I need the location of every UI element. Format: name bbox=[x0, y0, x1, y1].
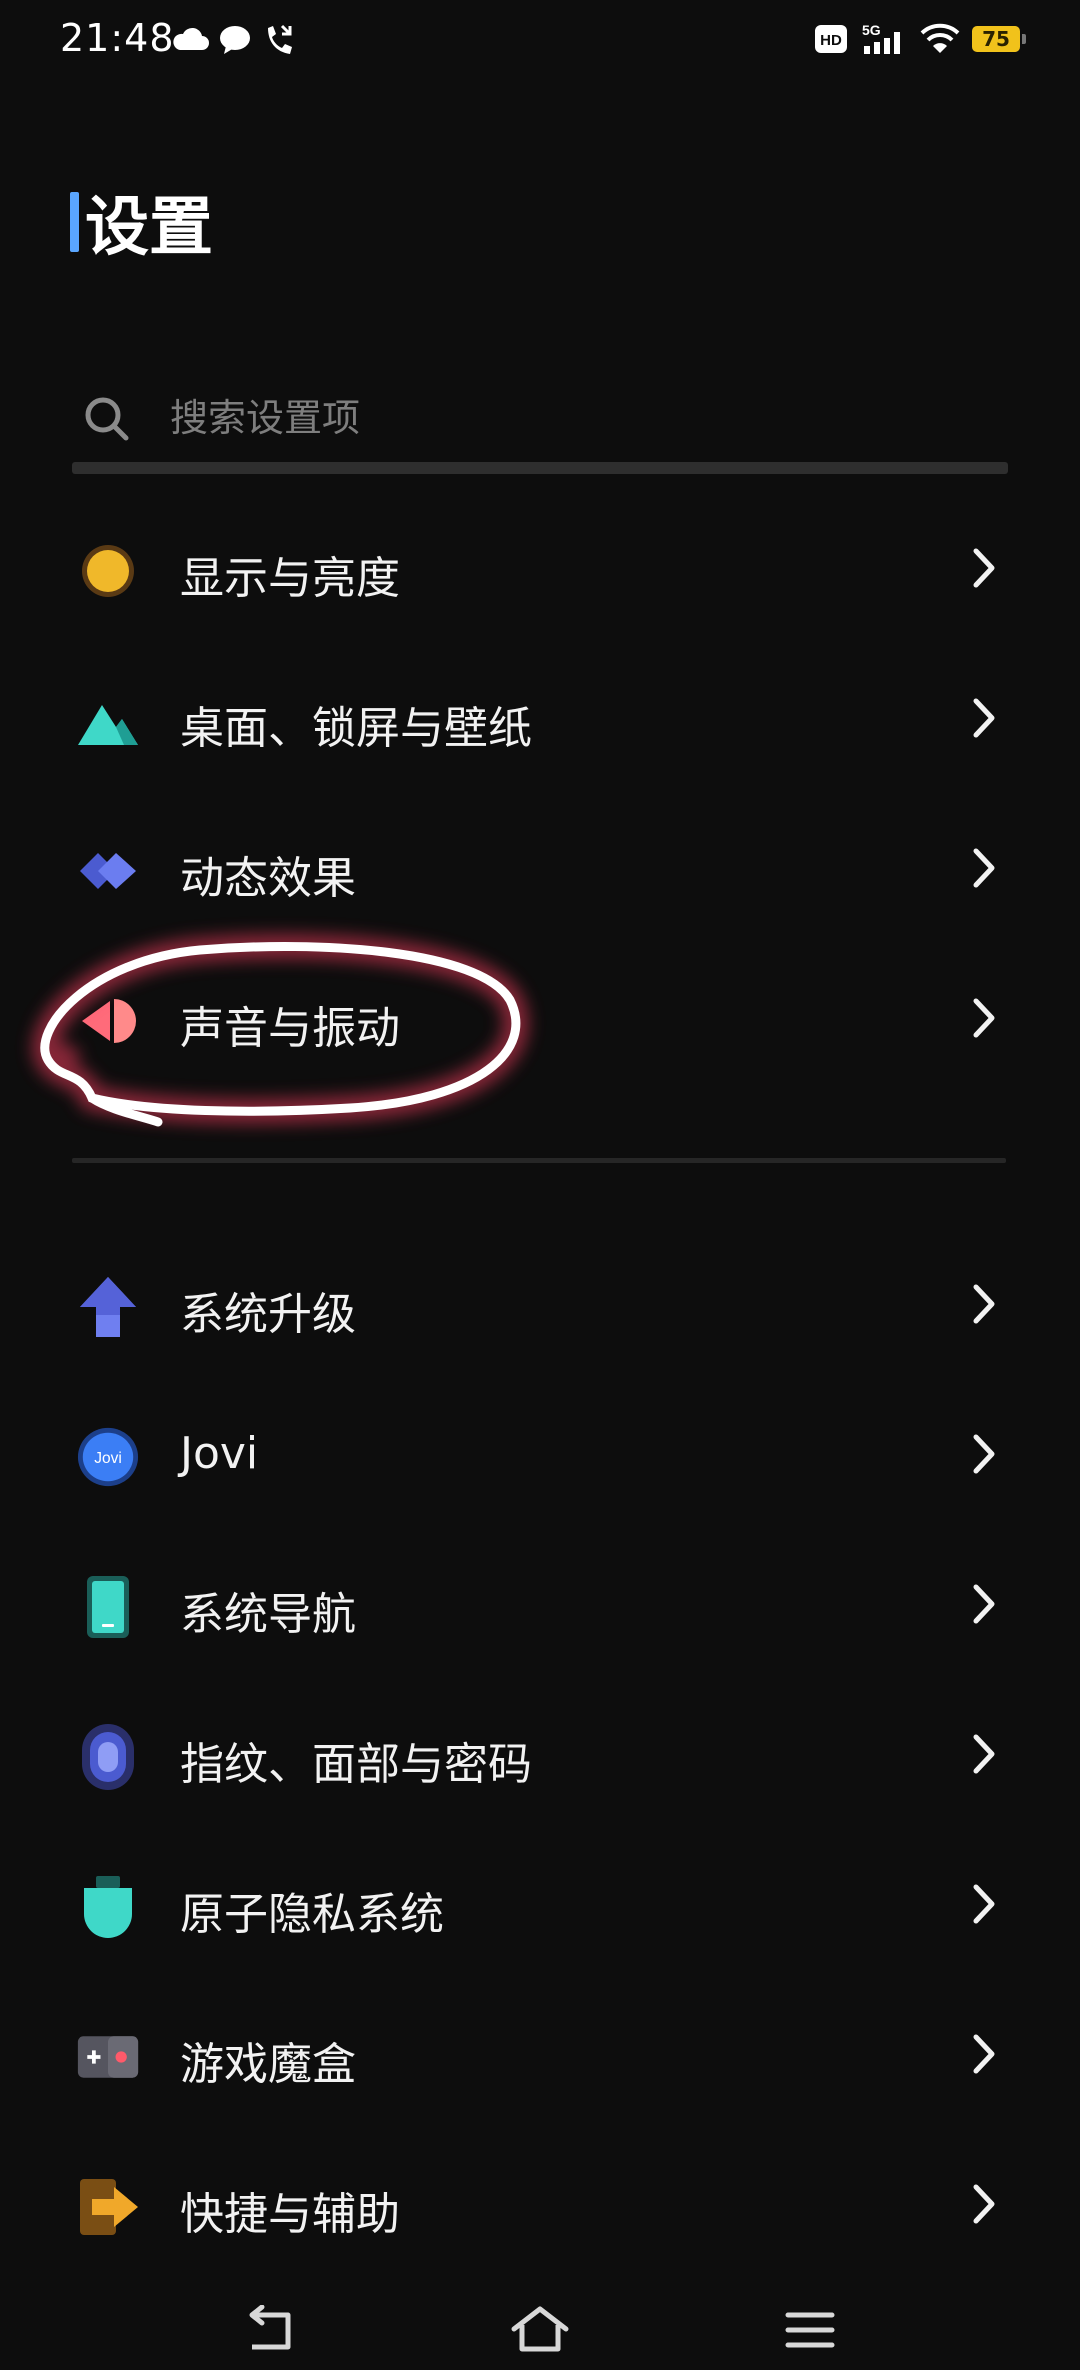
chat-bubble-icon bbox=[220, 26, 250, 54]
menu-icon[interactable] bbox=[770, 2300, 850, 2360]
mountain-icon bbox=[76, 689, 140, 753]
hd-icon: HD bbox=[815, 25, 847, 53]
up-arrow-icon bbox=[76, 1275, 140, 1339]
jovi-icon: Jovi bbox=[76, 1425, 140, 1489]
chevron-right-icon bbox=[960, 694, 1008, 742]
hd-label: HD bbox=[820, 32, 842, 49]
chevron-right-icon bbox=[960, 2180, 1008, 2228]
speaker-icon bbox=[76, 989, 140, 1053]
settings-item-label: 原子隐私系统 bbox=[180, 1889, 444, 1940]
settings-item-label: 快捷与辅助 bbox=[180, 2189, 400, 2240]
diamond-icon bbox=[76, 839, 140, 903]
chevron-right-icon bbox=[960, 1280, 1008, 1328]
wifi-icon bbox=[920, 23, 960, 53]
settings-item-shortcuts[interactable]: 快捷与辅助 bbox=[72, 2150, 1008, 2260]
settings-item-animation[interactable]: 动态效果 bbox=[72, 814, 1008, 924]
navigation-bar bbox=[0, 2290, 1080, 2370]
settings-item-label: 显示与亮度 bbox=[180, 553, 400, 604]
settings-item-display[interactable]: 显示与亮度 bbox=[72, 514, 1008, 624]
sun-icon bbox=[76, 539, 140, 603]
chevron-right-icon bbox=[960, 1580, 1008, 1628]
chevron-right-icon bbox=[960, 1880, 1008, 1928]
settings-item-label: 系统升级 bbox=[180, 1289, 356, 1340]
home-icon[interactable] bbox=[500, 2300, 580, 2360]
search-bar[interactable] bbox=[72, 370, 1008, 480]
chevron-right-icon bbox=[960, 2030, 1008, 2078]
settings-item-label: 指纹、面部与密码 bbox=[180, 1739, 532, 1790]
5g-signal-icon: 5G bbox=[862, 22, 900, 54]
search-icon bbox=[85, 397, 129, 441]
settings-item-label: 声音与振动 bbox=[180, 1003, 400, 1054]
settings-item-label: 系统导航 bbox=[180, 1589, 356, 1640]
settings-item-label: 动态效果 bbox=[180, 853, 356, 904]
settings-item-label: Jovi bbox=[180, 1428, 259, 1479]
chevron-right-icon bbox=[960, 994, 1008, 1042]
game-box-icon bbox=[76, 2025, 140, 2089]
settings-item-navigation[interactable]: 系统导航 bbox=[72, 1550, 1008, 1660]
settings-item-wallpaper[interactable]: 桌面、锁屏与壁纸 bbox=[72, 664, 1008, 774]
cloud-icon bbox=[173, 27, 209, 50]
shortcut-arrow-icon bbox=[76, 2175, 140, 2239]
settings-item-fingerprint[interactable]: 指纹、面部与密码 bbox=[72, 1700, 1008, 1810]
settings-item-system-update[interactable]: 系统升级 bbox=[72, 1250, 1008, 1360]
section-divider bbox=[72, 1158, 1006, 1163]
chevron-right-icon bbox=[960, 1730, 1008, 1778]
chevron-right-icon bbox=[960, 1430, 1008, 1478]
settings-item-jovi[interactable]: Jovi Jovi bbox=[72, 1400, 1008, 1510]
battery-level: 75 bbox=[982, 27, 1010, 51]
missed-call-icon bbox=[268, 24, 292, 54]
search-input[interactable] bbox=[168, 392, 992, 444]
network-label: 5G bbox=[862, 22, 881, 38]
status-time: 21:48 bbox=[60, 16, 175, 60]
settings-item-game-box[interactable]: 游戏魔盒 bbox=[72, 2000, 1008, 2110]
page-title: 设置 bbox=[85, 191, 213, 265]
phone-icon bbox=[76, 1575, 140, 1639]
jovi-badge-text: Jovi bbox=[94, 1450, 122, 1467]
chevron-right-icon bbox=[960, 844, 1008, 892]
settings-item-label: 桌面、锁屏与壁纸 bbox=[180, 703, 532, 754]
chevron-right-icon bbox=[960, 544, 1008, 592]
privacy-shield-icon bbox=[76, 1875, 140, 1939]
battery-icon: 75 bbox=[972, 26, 1026, 52]
fingerprint-icon bbox=[76, 1724, 140, 1790]
settings-item-privacy[interactable]: 原子隐私系统 bbox=[72, 1850, 1008, 1960]
settings-item-sound[interactable]: 声音与振动 bbox=[72, 964, 1008, 1074]
title-accent-bar bbox=[70, 192, 79, 252]
settings-item-label: 游戏魔盒 bbox=[180, 2039, 356, 2090]
status-bar: 21:48 HD 5G 75 bbox=[0, 0, 1080, 84]
back-icon[interactable] bbox=[230, 2300, 310, 2360]
search-underline bbox=[72, 462, 1008, 474]
page-header: 设置 bbox=[70, 176, 213, 268]
